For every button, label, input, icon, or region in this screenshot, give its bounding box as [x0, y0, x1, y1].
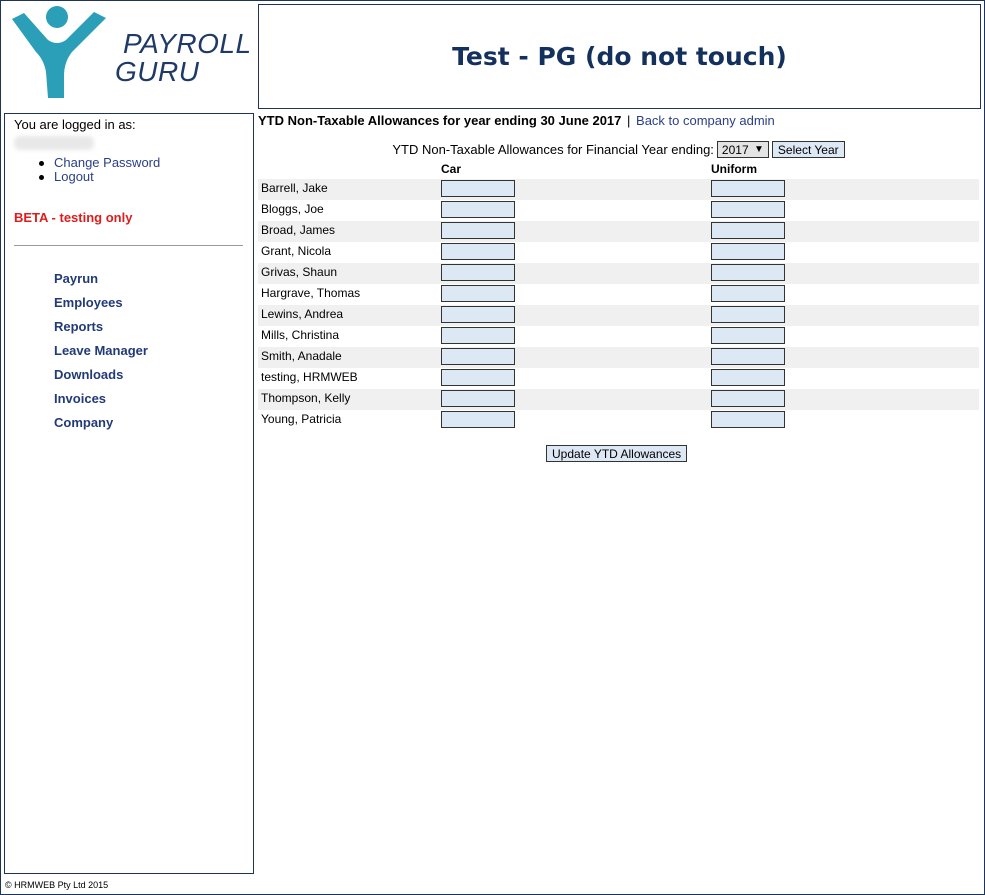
- year-label: YTD Non-Taxable Allowances for Financial…: [392, 142, 714, 157]
- table-row: testing, HRMWEB: [258, 368, 979, 389]
- logout-item: Logout: [39, 170, 160, 184]
- company-title: Test - PG (do not touch): [452, 42, 787, 71]
- car-allowance-input[interactable]: [441, 411, 515, 428]
- uniform-allowance-input[interactable]: [711, 411, 785, 428]
- table-row: Bloggs, Joe: [258, 200, 979, 221]
- employee-name: Grivas, Shaun: [261, 265, 338, 279]
- car-allowance-input[interactable]: [441, 243, 515, 260]
- logout-link[interactable]: Logout: [54, 169, 94, 184]
- car-allowance-input[interactable]: [441, 201, 515, 218]
- chevron-down-icon: ▼: [754, 144, 764, 155]
- table-row: Hargrave, Thomas: [258, 284, 979, 305]
- employee-name: Mills, Christina: [261, 328, 340, 342]
- change-password-link[interactable]: Change Password: [54, 155, 160, 170]
- table-row: Grant, Nicola: [258, 242, 979, 263]
- table-row: Grivas, Shaun: [258, 263, 979, 284]
- car-allowance-input[interactable]: [441, 390, 515, 407]
- heading-separator: |: [627, 113, 631, 128]
- page-title: YTD Non-Taxable Allowances for year endi…: [258, 113, 622, 128]
- table-row: Lewins, Andrea: [258, 305, 979, 326]
- employee-name: Young, Patricia: [261, 412, 342, 426]
- uniform-allowance-input[interactable]: [711, 264, 785, 281]
- uniform-allowance-input[interactable]: [711, 243, 785, 260]
- nav-item-downloads[interactable]: Downloads: [54, 367, 123, 382]
- car-allowance-input[interactable]: [441, 285, 515, 302]
- page-heading-row: YTD Non-Taxable Allowances for year endi…: [258, 113, 775, 128]
- uniform-allowance-input[interactable]: [711, 390, 785, 407]
- main-nav: Payrun Employees Reports Leave Manager D…: [54, 270, 148, 438]
- uniform-allowance-input[interactable]: [711, 222, 785, 239]
- uniform-allowance-input[interactable]: [711, 201, 785, 218]
- employee-name: Lewins, Andrea: [261, 307, 344, 321]
- car-allowance-input[interactable]: [441, 180, 515, 197]
- nav-item-leave-manager[interactable]: Leave Manager: [54, 343, 148, 358]
- table-row: Barrell, Jake: [258, 179, 979, 200]
- table-row: Mills, Christina: [258, 326, 979, 347]
- change-password-item: Change Password: [39, 156, 160, 170]
- car-allowance-input[interactable]: [441, 327, 515, 344]
- nav-item-invoices[interactable]: Invoices: [54, 391, 106, 406]
- employee-name: Bloggs, Joe: [261, 202, 324, 216]
- account-links: Change Password Logout: [39, 156, 160, 184]
- employee-name: Thompson, Kelly: [261, 391, 351, 405]
- year-selector-row: YTD Non-Taxable Allowances for Financial…: [258, 141, 979, 158]
- uniform-allowance-input[interactable]: [711, 348, 785, 365]
- nav-item-payrun[interactable]: Payrun: [54, 271, 98, 286]
- employee-name: Barrell, Jake: [261, 181, 328, 195]
- nav-item-company[interactable]: Company: [54, 415, 113, 430]
- copyright-footer: © HRMWEB Pty Ltd 2015: [5, 880, 109, 890]
- logo-line-2: GURU: [115, 56, 200, 87]
- uniform-allowance-input[interactable]: [711, 180, 785, 197]
- car-allowance-input[interactable]: [441, 222, 515, 239]
- logo-figure-icon: [12, 6, 106, 98]
- car-allowance-input[interactable]: [441, 264, 515, 281]
- logo-wordmark: PAYROLL GURU: [115, 28, 252, 86]
- employee-name: testing, HRMWEB: [261, 370, 358, 384]
- car-allowance-input[interactable]: [441, 348, 515, 365]
- logged-in-label: You are logged in as:: [14, 117, 136, 132]
- update-wrap: Update YTD Allowances: [546, 445, 688, 462]
- car-allowance-input[interactable]: [441, 369, 515, 386]
- sidebar: You are logged in as: Change Password Lo…: [4, 113, 254, 874]
- table-row: Young, Patricia: [258, 410, 979, 431]
- uniform-allowance-input[interactable]: [711, 369, 785, 386]
- sidebar-divider: [14, 245, 243, 246]
- uniform-allowance-input[interactable]: [711, 306, 785, 323]
- year-select-value: 2017: [721, 142, 749, 157]
- update-ytd-allowances-button[interactable]: Update YTD Allowances: [546, 445, 688, 462]
- allowances-table: Barrell, Jake Bloggs, Joe Broad, James Gran…: [258, 179, 979, 431]
- page-header: Test - PG (do not touch): [258, 4, 981, 109]
- logo-line-1: PAYROLL: [123, 28, 252, 59]
- employee-name: Smith, Anadale: [261, 349, 342, 363]
- payroll-guru-logo[interactable]: PAYROLL GURU: [10, 6, 252, 102]
- table-row: Thompson, Kelly: [258, 389, 979, 410]
- nav-item-employees[interactable]: Employees: [54, 295, 123, 310]
- beta-notice: BETA - testing only: [14, 210, 133, 225]
- table-row: Broad, James: [258, 221, 979, 242]
- column-header-uniform: Uniform: [711, 162, 757, 176]
- back-to-company-admin-link[interactable]: Back to company admin: [636, 113, 775, 128]
- uniform-allowance-input[interactable]: [711, 327, 785, 344]
- employee-name: Broad, James: [261, 223, 336, 237]
- employee-name: Hargrave, Thomas: [261, 286, 361, 300]
- employee-name: Grant, Nicola: [261, 244, 332, 258]
- car-allowance-input[interactable]: [441, 306, 515, 323]
- column-header-car: Car: [441, 162, 462, 176]
- username-redacted: [14, 136, 94, 150]
- nav-item-reports[interactable]: Reports: [54, 319, 103, 334]
- select-year-button[interactable]: Select Year: [771, 141, 845, 158]
- uniform-allowance-input[interactable]: [711, 285, 785, 302]
- table-row: Smith, Anadale: [258, 347, 979, 368]
- year-select[interactable]: 2017 ▼: [716, 141, 769, 158]
